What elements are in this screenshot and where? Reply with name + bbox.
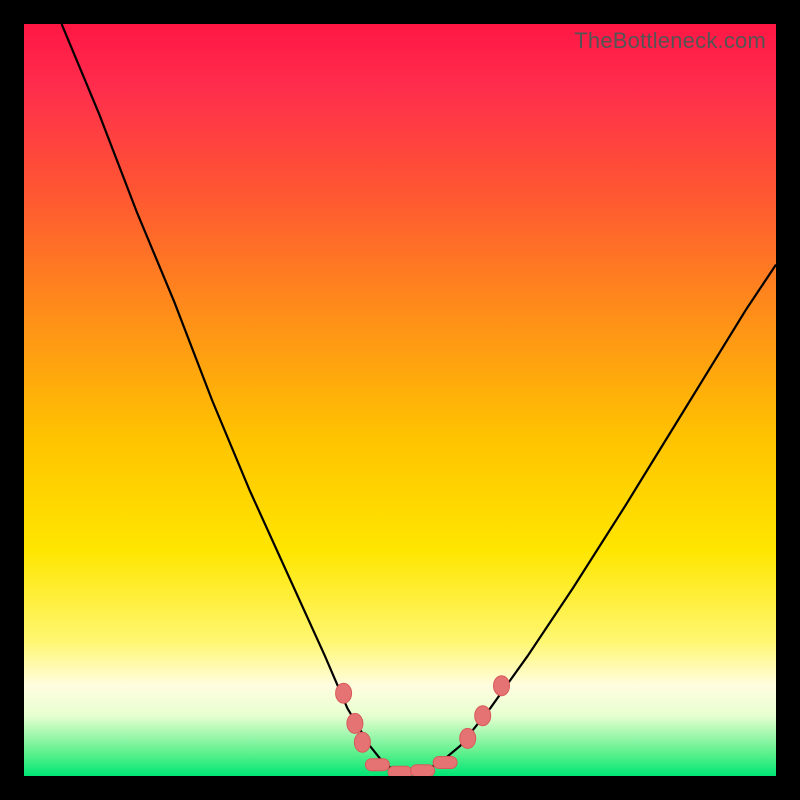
curve-marker-6 [433, 757, 457, 769]
curve-marker-2 [354, 732, 370, 752]
bottleneck-curve-path [62, 24, 776, 772]
chart-frame: TheBottleneck.com [0, 0, 800, 800]
curve-marker-0 [336, 683, 352, 703]
curve-marker-5 [411, 765, 435, 776]
curve-marker-8 [475, 706, 491, 726]
chart-plot-area: TheBottleneck.com [24, 24, 776, 776]
curve-marker-9 [494, 676, 510, 696]
curve-marker-4 [388, 766, 412, 776]
curve-marker-3 [365, 759, 389, 771]
curve-marker-1 [347, 713, 363, 733]
bottleneck-curve-svg [24, 24, 776, 776]
marker-group [336, 676, 510, 776]
curve-marker-7 [460, 728, 476, 748]
